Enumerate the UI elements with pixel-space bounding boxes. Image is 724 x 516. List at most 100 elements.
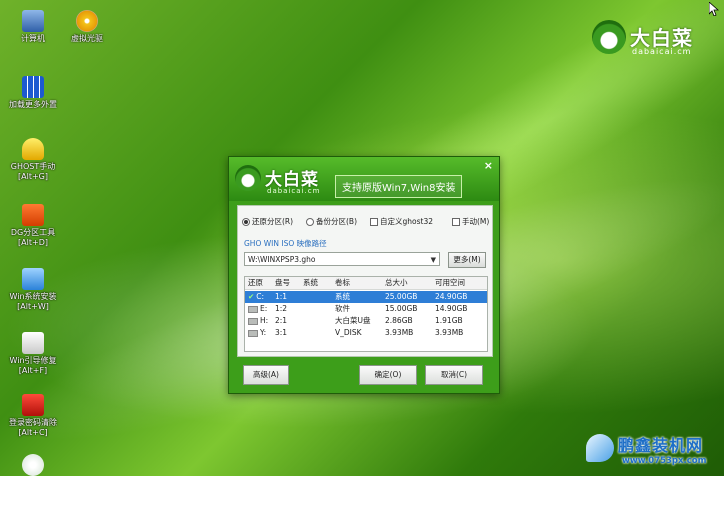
desktop-icon-leaf[interactable] [0,454,66,478]
chevron-down-icon[interactable]: ▼ [431,253,436,267]
volume-label: 大白菜U盘 [335,316,371,325]
radio-restore[interactable] [242,217,250,226]
option-label: 还原分区(R) [252,217,294,226]
dialog-brand-sub: dabaicai.cm [267,187,321,195]
cd-icon [76,10,98,32]
cabbage-icon [235,165,261,191]
free-space: 3.93MB [435,328,464,337]
brand-sub: dabaicai.cm [632,47,692,56]
dialog-header: 大白菜 dabaicai.cm 支持原版Win7,Win8安装 × [229,157,499,201]
desktop-icon-label: 登录密码清除 [9,418,57,427]
free-space: 1.91GB [435,316,463,325]
desktop-icon-dg[interactable]: DG分区工具 [Alt+D] [0,204,66,248]
radio-backup[interactable] [306,217,314,226]
drive-cell: H: [248,315,268,327]
table-row[interactable]: H: 2:1 大白菜U盘 2.86GB 1.91GB [245,315,487,327]
disk-number: 2:1 [275,316,288,325]
desktop-icon-shortcut: [Alt+G] [18,172,48,181]
drive-letter: C: [256,292,265,301]
drive-letter: E: [260,304,268,313]
volume-label: 系统 [335,292,350,301]
drive-icon [248,305,258,313]
desktop-icon-boot-repair[interactable]: Win引导修复 [Alt+F] [0,332,66,376]
header-disk-number: 盘号 [275,278,290,287]
disk-number: 3:1 [275,328,288,337]
watermark-text: 鹏鑫装机网 [618,436,704,455]
desktop-icon-shortcut: [Alt+C] [18,428,48,437]
option-label: 备份分区(B) [316,217,357,226]
image-path-label: GHO WIN ISO 映像路径 [244,239,327,248]
option-restore[interactable]: 还原分区(R) [242,216,293,227]
option-label: 自定义ghost32 [380,217,433,226]
boot-repair-icon [22,332,44,354]
ok-button[interactable]: 确定(O) [359,365,417,385]
drive-letter: H: [260,316,269,325]
grid-icon [22,76,44,98]
desktop-icon-label: Win系统安装 [9,292,57,301]
header-total-size: 总大小 [385,278,408,287]
desktop-icon-label: 加载更多外置 [9,100,57,109]
advanced-button[interactable]: 高级(A) [243,365,289,385]
bird-icon [586,434,614,462]
computer-icon [22,10,44,32]
desktop-icon-load-more[interactable]: 加载更多外置 [0,76,66,110]
image-path-select[interactable]: W:\WINXPSP3.gho ▼ [244,252,440,266]
drive-letter: Y: [260,328,267,337]
cancel-button[interactable]: 取消(C) [425,365,483,385]
desktop-icon-ghost[interactable]: GHOST手动 [Alt+G] [0,138,66,182]
table-row[interactable]: ✔ C: 1:1 系统 25.00GB 24.90GB [245,291,487,303]
table-row[interactable]: E: 1:2 软件 15.00GB 14.90GB [245,303,487,315]
desktop-icon-virtual-drive[interactable]: 虚拟光驱 [54,10,120,44]
cabbage-icon [592,20,626,54]
checkbox-manual[interactable] [452,217,460,226]
option-label: 手动(M) [462,217,490,226]
password-icon [22,394,44,416]
desktop-icon-label: Win引导修复 [9,356,57,365]
header-volume-label: 卷标 [335,278,350,287]
close-icon[interactable]: × [484,159,493,172]
win-install-icon [22,268,44,290]
mouse-cursor-icon [709,2,719,16]
desktop-icon-label: GHOST手动 [10,162,56,171]
total-size: 3.93MB [385,328,414,337]
desktop-icon-shortcut: [Alt+W] [17,302,49,311]
option-custom-ghost[interactable]: 自定义ghost32 [370,216,433,227]
drive-cell: Y: [248,327,266,339]
dialog-slogan: 支持原版Win7,Win8安装 [335,175,463,198]
desktop-icon-win-install[interactable]: Win系统安装 [Alt+W] [0,268,66,312]
brand-logo: 大白菜 dabaicai.cm [592,20,712,60]
drive-cell: E: [248,303,267,315]
more-button[interactable]: 更多(M) [448,252,486,268]
volume-label: V_DISK [335,328,362,337]
partition-table: 还原 盘号 系统 卷标 总大小 可用空间 ✔ C: 1:1 系统 25.00GB … [244,276,488,352]
ghost-install-dialog: 大白菜 dabaicai.cm 支持原版Win7,Win8安装 × 还原分区(R… [228,156,500,394]
total-size: 2.86GB [385,316,413,325]
leaf-icon [22,454,44,476]
check-icon: ✔ [248,292,255,301]
desktop-icon-shortcut: [Alt+D] [18,238,48,247]
option-backup[interactable]: 备份分区(B) [306,216,357,227]
ghost-icon [22,138,44,160]
dg-icon [22,204,44,226]
desktop-icon-password[interactable]: 登录密码清除 [Alt+C] [0,394,66,438]
volume-label: 软件 [335,304,350,313]
free-space: 14.90GB [435,304,468,313]
total-size: 25.00GB [385,292,418,301]
desktop-icon-label: 计算机 [21,34,45,43]
desktop-icon-label: DG分区工具 [10,228,56,237]
table-header: 还原 盘号 系统 卷标 总大小 可用空间 [245,277,487,290]
dialog-body: 还原分区(R) 备份分区(B) 自定义ghost32 手动(M) GHO WIN… [237,205,493,357]
image-path-value: W:\WINXPSP3.gho [248,255,316,264]
desktop-icon-label: 虚拟光驱 [71,34,103,43]
header-restore: 还原 [248,278,263,287]
drive-icon [248,329,258,337]
table-row[interactable]: Y: 3:1 V_DISK 3.93MB 3.93MB [245,327,487,339]
header-free-space: 可用空间 [435,278,465,287]
header-system: 系统 [303,278,318,287]
drive-icon [248,317,258,325]
option-manual[interactable]: 手动(M) [452,216,489,227]
dialog-footer: 高级(A) 确定(O) 取消(C) [229,361,499,391]
total-size: 15.00GB [385,304,418,313]
checkbox-custom-ghost[interactable] [370,217,378,226]
watermark-url: www.0753px.com [622,456,707,466]
